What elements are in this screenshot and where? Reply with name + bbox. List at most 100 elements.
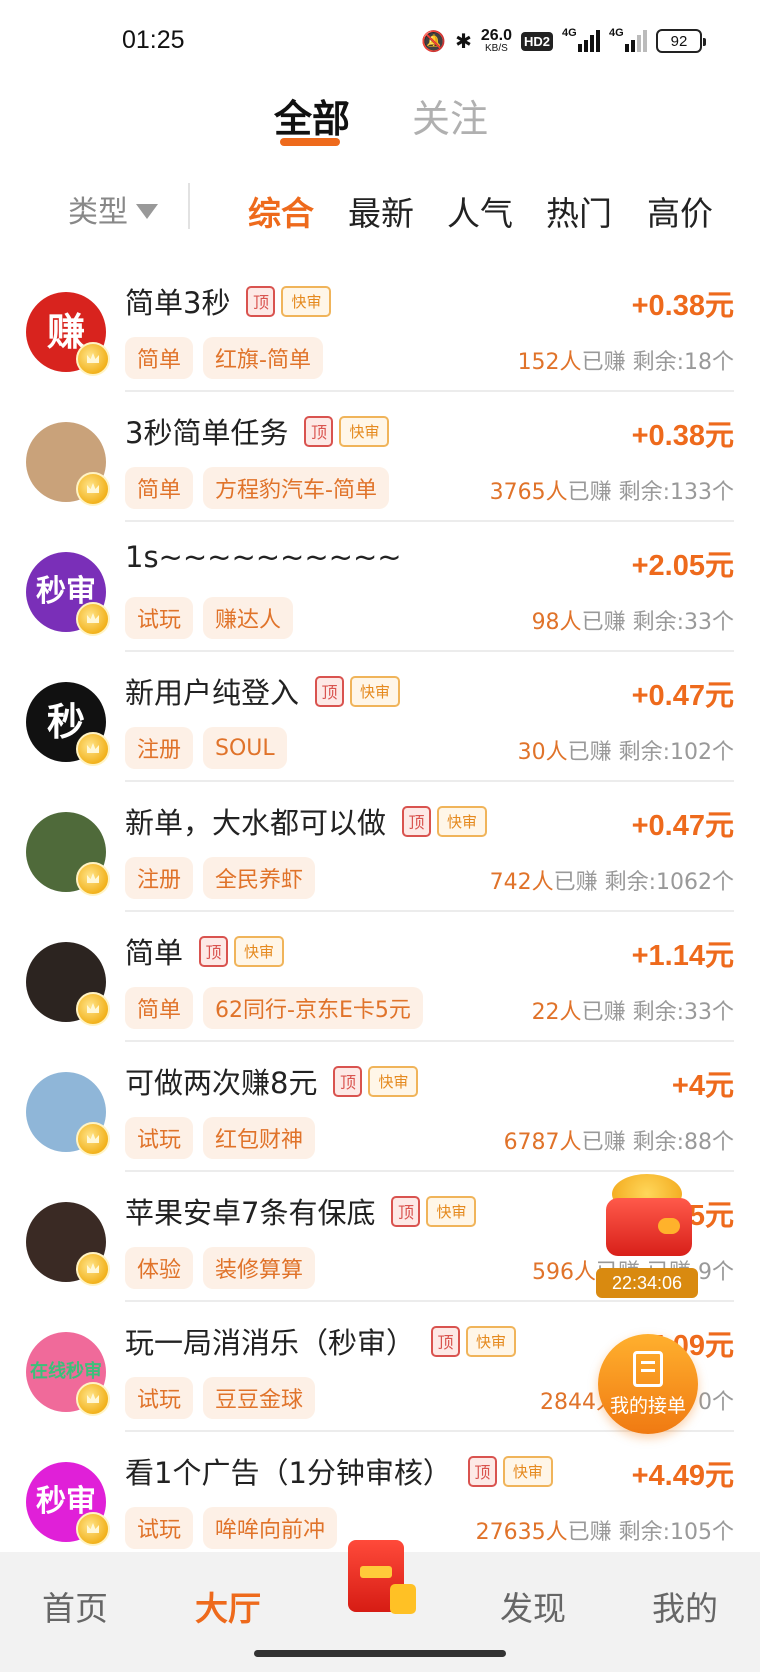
task-row[interactable]: 可做两次赚8元 顶 快审 +4元 试玩 红包财神 6787人已赚 剩余:88个 — [0, 1042, 760, 1172]
home-indicator — [254, 1650, 506, 1657]
task-row[interactable]: 简单 顶 快审 +1.14元 简单 62同行-京东E卡5元 22人已赚 剩余:3… — [0, 912, 760, 1042]
task-title: 新用户纯登入 — [125, 676, 300, 710]
net-speed: 26.0 KB/S — [480, 27, 512, 54]
signal-icon-2: 4G — [609, 27, 647, 52]
task-tags: 试玩 豆豆金球 — [125, 1377, 316, 1419]
tag-category: 注册 — [125, 727, 194, 769]
remaining-count: 剩余:18个 — [632, 350, 734, 375]
crown-badge-icon — [76, 1382, 110, 1416]
earned-info: 22人已赚 剩余:33个 — [532, 994, 734, 1026]
top-badge: 顶 — [391, 1195, 421, 1227]
earned-suffix: 已赚 — [581, 350, 626, 375]
task-title: 可做两次赚8元 — [125, 1066, 318, 1100]
tag-category: 简单 — [125, 987, 194, 1029]
task-price: +4元 — [671, 1070, 734, 1102]
task-row[interactable]: 秒 新用户纯登入 顶 快审 +0.47元 注册 SOUL 30人已赚 剩余:10… — [0, 652, 760, 782]
task-tags: 简单 62同行-京东E卡5元 — [125, 987, 423, 1029]
fast-review-badge: 快审 — [502, 1455, 553, 1487]
filter-bar: 类型 综合 最新 人气 热门 高价 — [0, 175, 760, 241]
top-badge: 顶 — [467, 1455, 497, 1487]
earned-info: 98人已赚 剩余:33个 — [532, 604, 734, 636]
earned-info: 30人已赚 剩余:102个 — [518, 734, 734, 766]
my-orders-button[interactable]: 我的接单 — [598, 1334, 698, 1434]
earned-suffix: 已赚 — [581, 1130, 626, 1155]
task-title-line: 简单 顶 快审 — [125, 930, 285, 972]
earned-count: 596人 — [531, 1260, 596, 1285]
nav-hall[interactable]: 大厅 — [195, 1582, 261, 1630]
my-orders-label: 我的接单 — [609, 1394, 686, 1417]
signal-icon: 4G — [562, 27, 600, 52]
task-tags: 试玩 红包财神 — [125, 1117, 316, 1159]
earned-suffix: 已赚 — [567, 1520, 612, 1545]
badges: 顶 快审 — [304, 415, 390, 447]
battery-icon: 92 — [656, 29, 706, 53]
remaining-count: 剩余:33个 — [632, 1000, 734, 1025]
remaining-count: 剩余:105个 — [618, 1520, 734, 1545]
nav-red-packet-button[interactable] — [338, 1532, 424, 1622]
remaining-count: 剩余:1062个 — [604, 870, 734, 895]
earned-suffix: 已赚 — [567, 480, 612, 505]
earned-count: 742人 — [489, 870, 554, 895]
crown-badge-icon — [76, 1252, 110, 1286]
fast-review-badge: 快审 — [368, 1065, 419, 1097]
type-dropdown[interactable]: 类型 — [68, 187, 158, 231]
sort-high-price[interactable]: 高价 — [647, 187, 713, 235]
remaining-count: 剩余:33个 — [632, 610, 734, 635]
earned-suffix: 已赚 — [581, 610, 626, 635]
earned-info: 152人已赚 剩余:18个 — [518, 344, 734, 376]
task-title: 简单3秒 — [125, 286, 231, 320]
status-bar: 01:25 🔕 ✱ 26.0 KB/S HD2 4G 4G 92 — [0, 0, 760, 84]
nav-home[interactable]: 首页 — [42, 1582, 108, 1630]
tab-follow[interactable]: 关注 — [412, 88, 488, 143]
avatar: 秒 — [26, 682, 110, 766]
sort-newest[interactable]: 最新 — [348, 187, 414, 235]
task-tags: 注册 SOUL — [125, 727, 287, 769]
nav-mine[interactable]: 我的 — [652, 1582, 718, 1630]
tag-category: 简单 — [125, 467, 194, 509]
tag-app: 赚达人 — [203, 597, 294, 639]
sort-hot[interactable]: 热门 — [546, 187, 612, 235]
task-title: 简单 — [125, 936, 184, 970]
crown-badge-icon — [76, 472, 110, 506]
task-title: 3秒简单任务 — [125, 416, 289, 450]
task-title-line: 新用户纯登入 顶 快审 — [125, 670, 401, 712]
avatar: 赚 — [26, 292, 110, 376]
task-price: +1.14元 — [631, 940, 734, 972]
earned-count: 30人 — [517, 740, 568, 765]
earned-count: 152人 — [517, 350, 582, 375]
divider — [188, 183, 190, 229]
task-tags: 试玩 哞哞向前冲 — [125, 1507, 338, 1549]
earned-info: 742人已赚 剩余:1062个 — [490, 864, 734, 896]
caret-down-icon — [136, 203, 158, 219]
top-badge: 顶 — [315, 675, 345, 707]
earned-info: 6787人已赚 剩余:88个 — [504, 1124, 734, 1156]
avatar: 在线秒审 — [26, 1332, 110, 1416]
nav-discover[interactable]: 发现 — [500, 1582, 566, 1630]
task-row[interactable]: 赚 简单3秒 顶 快审 +0.38元 简单 红旗-简单 152人已赚 剩余:18… — [0, 262, 760, 392]
earned-count: 27635人 — [475, 1520, 568, 1545]
fast-review-badge: 快审 — [437, 805, 488, 837]
tag-category: 试玩 — [125, 1507, 194, 1549]
sort-popular[interactable]: 人气 — [447, 187, 513, 235]
tab-all[interactable]: 全部 — [274, 88, 350, 143]
task-title: 1s~~~~~~~~~~ — [125, 540, 402, 574]
earned-info: 27635人已赚 剩余:105个 — [476, 1514, 734, 1546]
badges: 顶 快审 — [431, 1325, 517, 1357]
task-title-line: 看1个广告（1分钟审核） 顶 快审 — [125, 1450, 553, 1492]
tag-app: 哞哞向前冲 — [203, 1507, 338, 1549]
wallet-clasp — [658, 1218, 680, 1234]
task-row[interactable]: 秒审 1s~~~~~~~~~~ +2.05元 试玩 赚达人 98人已赚 剩余:3… — [0, 522, 760, 652]
task-row[interactable]: 新单，大水都可以做 顶 快审 +0.47元 注册 全民养虾 742人已赚 剩余:… — [0, 782, 760, 912]
status-icons: 🔕 ✱ 26.0 KB/S HD2 4G 4G 92 — [421, 26, 706, 56]
task-title-line: 简单3秒 顶 快审 — [125, 280, 332, 322]
sort-comprehensive[interactable]: 综合 — [248, 187, 314, 235]
tag-app: 全民养虾 — [203, 857, 316, 899]
red-packet-float[interactable] — [598, 1168, 698, 1278]
task-tags: 试玩 赚达人 — [125, 597, 294, 639]
task-row[interactable]: 3秒简单任务 顶 快审 +0.38元 简单 方程豹汽车-简单 3765人已赚 剩… — [0, 392, 760, 522]
earned-suffix: 已赚 — [553, 870, 598, 895]
task-tags: 简单 方程豹汽车-简单 — [125, 467, 389, 509]
badges: 顶 快审 — [467, 1455, 553, 1487]
badges: 顶 快审 — [402, 805, 488, 837]
task-price: +0.47元 — [631, 810, 734, 842]
